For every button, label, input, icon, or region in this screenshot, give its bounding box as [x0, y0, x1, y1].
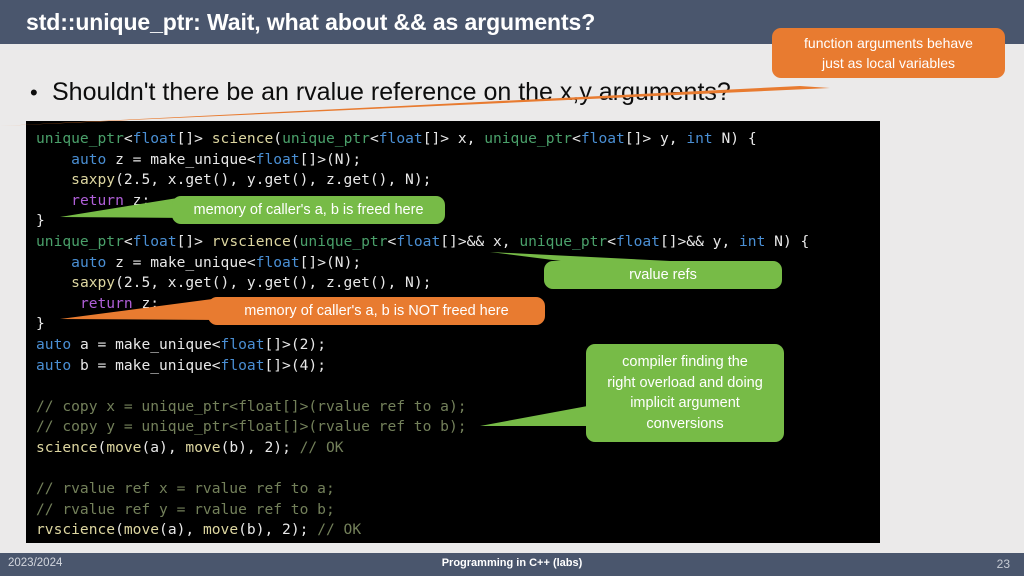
callout-compiler-overload: compiler finding the right overload and … — [586, 344, 784, 442]
footer-bar: 2023/2024 Programming in C++ (labs) 23 — [0, 553, 1024, 576]
callout-memory-not-freed: memory of caller's a, b is NOT freed her… — [208, 297, 545, 325]
callout-line: compiler finding the — [622, 354, 748, 370]
callout-tail-function-arguments — [0, 86, 830, 126]
page-title: std::unique_ptr: Wait, what about && as … — [26, 9, 596, 35]
callout-tail-memory-freed — [60, 196, 190, 218]
code-text: unique_ptr<float[]> science(unique_ptr<f… — [36, 130, 810, 539]
callout-rvalue-refs: rvalue refs — [544, 261, 782, 289]
callout-line: rvalue refs — [629, 267, 697, 283]
title-bar: std::unique_ptr: Wait, what about && as … — [0, 0, 683, 44]
callout-memory-freed: memory of caller's a, b is freed here — [172, 196, 445, 224]
callout-tail-memory-not-freed — [60, 298, 220, 320]
callout-line: conversions — [646, 415, 724, 432]
callout-line: just as local variables — [821, 55, 956, 71]
callout-line: memory of caller's a, b is freed here — [193, 202, 424, 218]
footer-page-number: 23 — [996, 557, 1010, 571]
callout-line: right overload and doing — [607, 374, 763, 391]
callout-function-arguments: function arguments behave just as local … — [772, 28, 1005, 78]
callout-line: implicit argument — [630, 395, 740, 411]
code-block: unique_ptr<float[]> science(unique_ptr<f… — [26, 121, 880, 543]
slide-root: std::unique_ptr: Wait, what about && as … — [0, 0, 1024, 576]
callout-line: memory of caller's a, b is NOT freed her… — [244, 303, 509, 319]
callout-line: function arguments behave — [804, 35, 973, 51]
footer-course-title: Programming in C++ (labs) — [441, 557, 583, 569]
